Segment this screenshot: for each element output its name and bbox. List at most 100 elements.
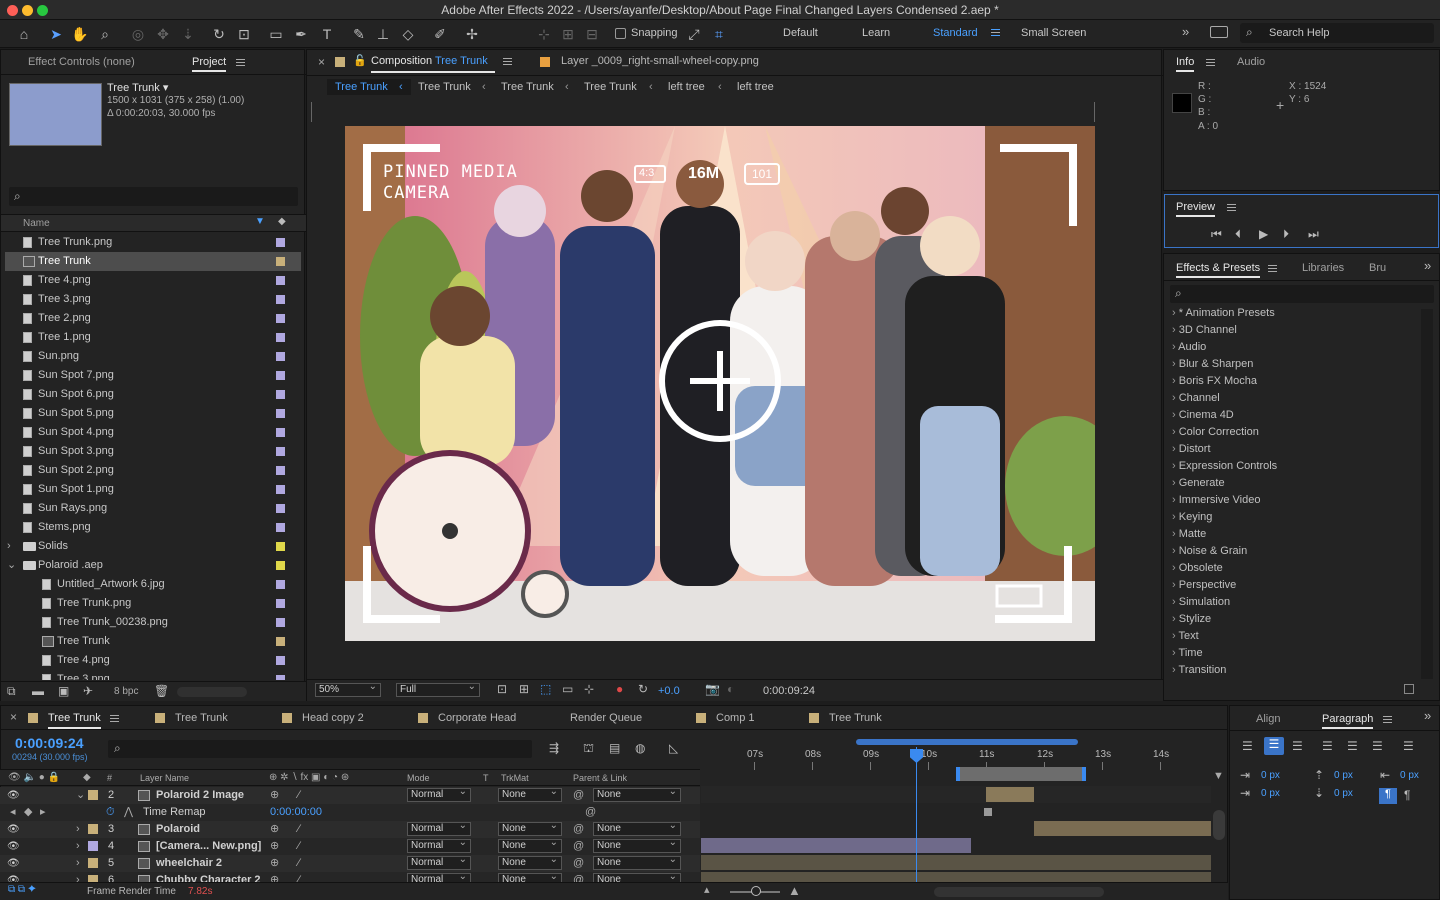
- first-line-indent-value[interactable]: 0 px: [1261, 788, 1280, 799]
- trkmat-dropdown[interactable]: None: [498, 837, 562, 853]
- layer-bar-5[interactable]: [701, 855, 1211, 870]
- layer-tab[interactable]: Layer _0009_right-small-wheel-copy.png: [561, 55, 759, 67]
- tab-brushes[interactable]: Bru: [1369, 262, 1386, 274]
- breadcrumb-item[interactable]: Tree Trunk: [584, 81, 637, 93]
- workspace-learn[interactable]: Learn: [862, 27, 890, 39]
- mode-header[interactable]: Mode: [407, 773, 430, 783]
- label-color-swatch[interactable]: [276, 390, 285, 399]
- timeline-tab[interactable]: Head copy 2: [302, 712, 364, 724]
- panel-layout-icon[interactable]: [1210, 26, 1228, 38]
- composition-tab[interactable]: Composition Tree Trunk: [371, 55, 488, 67]
- label-color-swatch[interactable]: [276, 466, 285, 475]
- project-item[interactable]: ⌄ Polaroid .aep: [5, 556, 301, 575]
- effects-category[interactable]: › Perspective: [1172, 579, 1236, 591]
- property-value[interactable]: 0:00:00:00: [270, 804, 322, 821]
- lock-icon[interactable]: 🔓: [353, 54, 367, 67]
- resolution-dropdown[interactable]: Full: [396, 681, 480, 697]
- project-item[interactable]: Tree Trunk.png: [5, 594, 301, 613]
- effects-category[interactable]: › Audio: [1172, 341, 1206, 353]
- label-color-swatch[interactable]: [276, 542, 285, 551]
- bpc-label[interactable]: 8 bpc: [114, 686, 138, 697]
- space-after-value[interactable]: 0 px: [1334, 788, 1353, 799]
- shy-switch-icon[interactable]: ⊕: [270, 821, 279, 838]
- pen-tool-icon[interactable]: ✒: [291, 24, 311, 44]
- close-tab-icon[interactable]: ×: [318, 55, 325, 69]
- new-folder-icon[interactable]: ▬: [32, 684, 44, 698]
- effects-category[interactable]: › * Animation Presets: [1172, 307, 1275, 319]
- project-item[interactable]: Tree 4.png: [5, 271, 301, 290]
- layer-name[interactable]: wheelchair 2: [156, 855, 222, 872]
- zoom-in-icon[interactable]: ▲: [788, 883, 801, 898]
- stopwatch-icon[interactable]: ⏱: [106, 804, 115, 821]
- label-color-swatch[interactable]: [276, 637, 285, 646]
- show-snapshot-icon[interactable]: ◐: [727, 682, 734, 696]
- effects-category[interactable]: › Noise & Grain: [1172, 545, 1247, 557]
- selected-item-name[interactable]: Tree Trunk ▾: [107, 81, 168, 94]
- axis-local-icon[interactable]: ⊹: [534, 24, 554, 44]
- breadcrumb-item[interactable]: Tree Trunk: [335, 81, 388, 93]
- label-color-swatch[interactable]: [276, 580, 285, 589]
- info-panel-menu-icon[interactable]: [1206, 59, 1215, 66]
- project-item[interactable]: Tree Trunk: [5, 252, 301, 271]
- effects-search-input[interactable]: ⌕: [1170, 285, 1434, 303]
- label-color-swatch[interactable]: [276, 561, 285, 570]
- chevron-right-icon[interactable]: ›: [76, 821, 80, 838]
- tab-align[interactable]: Align: [1256, 713, 1280, 725]
- visibility-eye-icon[interactable]: 👁: [7, 838, 20, 855]
- label-color-swatch[interactable]: [276, 618, 285, 627]
- justify-center-icon[interactable]: ☰: [1347, 739, 1358, 753]
- chevron-right-icon[interactable]: ›: [76, 855, 80, 872]
- timeline-tab[interactable]: Corporate Head: [438, 712, 516, 724]
- effects-category[interactable]: › Color Correction: [1172, 426, 1259, 438]
- timeline-vertical-scrollbar[interactable]: [1213, 810, 1225, 840]
- hand-tool-icon[interactable]: ✋: [70, 24, 90, 44]
- project-item[interactable]: Sun Spot 5.png: [5, 404, 301, 423]
- snapping-checkbox[interactable]: [615, 28, 626, 39]
- graph-icon[interactable]: ⋀: [124, 804, 133, 821]
- orbit-tool-icon[interactable]: ◎: [128, 24, 148, 44]
- trkmat-dropdown[interactable]: None: [498, 854, 562, 870]
- search-help-field[interactable]: ⌕ Search Help: [1240, 23, 1434, 43]
- chevron-right-icon[interactable]: ›: [7, 537, 11, 556]
- project-item[interactable]: Sun Spot 6.png: [5, 385, 301, 404]
- effects-category[interactable]: › Cinema 4D: [1172, 409, 1234, 421]
- transparency-grid-icon[interactable]: ⊞: [519, 682, 529, 696]
- project-item[interactable]: Sun Spot 4.png: [5, 423, 301, 442]
- project-item[interactable]: Tree 4.png: [5, 651, 301, 670]
- layer-label-swatch[interactable]: [88, 858, 98, 868]
- anchor-tool-icon[interactable]: ⊡: [234, 24, 254, 44]
- project-item[interactable]: Untitled_Artwork 6.jpg: [5, 575, 301, 594]
- type-tool-icon[interactable]: T: [317, 24, 337, 44]
- play-icon[interactable]: ▶: [1259, 227, 1268, 241]
- project-item[interactable]: Sun Spot 7.png: [5, 366, 301, 385]
- breadcrumb-item[interactable]: Tree Trunk: [418, 81, 471, 93]
- new-bin-icon[interactable]: [1404, 684, 1414, 694]
- mode-dropdown[interactable]: Normal: [407, 854, 471, 870]
- pickwhip-icon[interactable]: @: [573, 855, 584, 872]
- more-workspaces-icon[interactable]: »: [1182, 24, 1189, 39]
- effects-scrollbar[interactable]: [1421, 309, 1433, 679]
- tab-audio[interactable]: Audio: [1237, 56, 1265, 68]
- timeline-tab[interactable]: Tree Trunk: [175, 712, 228, 724]
- layer-label-swatch[interactable]: [88, 824, 98, 834]
- adjust-settings-icon[interactable]: ✈: [83, 684, 93, 698]
- effects-category[interactable]: › Time: [1172, 647, 1203, 659]
- parent-dropdown[interactable]: None: [593, 786, 681, 802]
- shy-switch-icon[interactable]: ⊕: [270, 838, 279, 855]
- visibility-eye-icon[interactable]: 👁: [7, 821, 20, 838]
- home-icon[interactable]: ⌂: [14, 24, 34, 44]
- next-keyframe-icon[interactable]: ▸: [40, 804, 46, 821]
- parent-header[interactable]: Parent & Link: [573, 773, 627, 783]
- interpret-footage-icon[interactable]: ⧉: [7, 684, 16, 699]
- label-color-swatch[interactable]: [276, 447, 285, 456]
- project-panel-menu-icon[interactable]: [236, 59, 245, 66]
- graph-editor-icon[interactable]: ◺: [669, 741, 678, 755]
- pickwhip-icon[interactable]: @: [585, 804, 596, 821]
- layer-row[interactable]: 👁 › 4 [Camera... New.png] ⊕ ∕ Normal None @ None: [0, 837, 700, 855]
- project-item[interactable]: Tree 1.png: [5, 328, 301, 347]
- layer-row[interactable]: 👁 › 3 Polaroid ⊕ ∕ Normal None @ None: [0, 820, 700, 838]
- project-item[interactable]: Tree Trunk.png: [5, 233, 301, 252]
- justify-all-icon[interactable]: ☰: [1403, 739, 1414, 753]
- align-right-icon[interactable]: ☰: [1292, 739, 1303, 753]
- pickwhip-icon[interactable]: @: [573, 838, 584, 855]
